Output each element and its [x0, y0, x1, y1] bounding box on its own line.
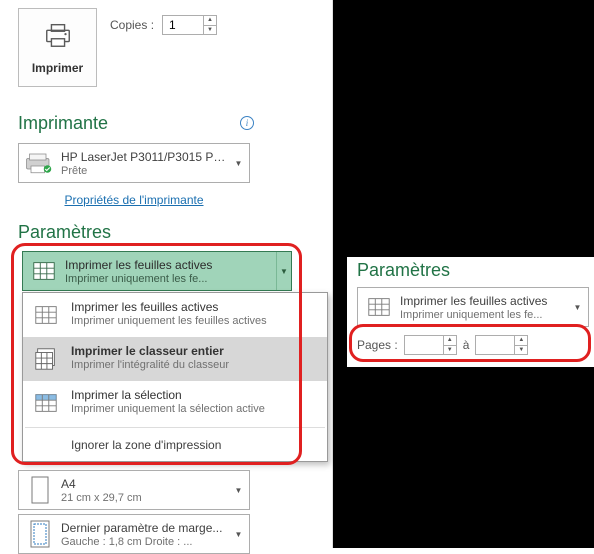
- paper-size-combo[interactable]: A4 21 cm x 29,7 cm ▼: [18, 470, 250, 510]
- menu-item-whole-workbook[interactable]: Imprimer le classeur entier Imprimer l'i…: [23, 337, 327, 381]
- print-what-subtitle-right: Imprimer uniquement les fe...: [400, 309, 570, 321]
- menu-item-title: Imprimer le classeur entier: [71, 344, 229, 358]
- print-what-combo-right[interactable]: Imprimer les feuilles actives Imprimer u…: [357, 287, 589, 327]
- chevron-down-icon[interactable]: ▼: [232, 144, 245, 182]
- info-icon[interactable]: i: [240, 116, 254, 130]
- menu-separator: [25, 427, 325, 428]
- print-backstage-panel: Imprimer Copies : ▲ ▼ Imprimante i HP La…: [0, 0, 333, 548]
- menu-item-selection[interactable]: Imprimer la sélection Imprimer uniquemen…: [23, 381, 327, 425]
- pages-row: Pages : ▲ ▼ à ▲ ▼: [357, 335, 528, 355]
- chevron-down-icon[interactable]: ▼: [276, 252, 291, 290]
- sheets-icon: [29, 258, 59, 284]
- chevron-down-icon[interactable]: ▼: [571, 288, 584, 326]
- spinner-down-icon[interactable]: ▼: [444, 346, 456, 355]
- paper-title: A4: [61, 477, 231, 491]
- spinner-buttons[interactable]: ▲ ▼: [203, 16, 216, 34]
- workbook-icon: [31, 344, 61, 372]
- right-detail-panel: Paramètres Imprimer les feuilles actives…: [347, 257, 594, 367]
- spinner-up-icon[interactable]: ▲: [515, 336, 527, 346]
- printer-name: HP LaserJet P3011/P3015 PCL6: [61, 150, 231, 164]
- copies-label: Copies :: [110, 18, 154, 32]
- chevron-down-icon[interactable]: ▼: [232, 515, 245, 553]
- print-what-combo[interactable]: Imprimer les feuilles actives Imprimer u…: [22, 251, 292, 291]
- page-from-input[interactable]: [405, 336, 443, 354]
- pages-to-label: à: [463, 338, 470, 352]
- spinner-buttons[interactable]: ▲ ▼: [514, 336, 527, 354]
- printer-heading: Imprimante: [18, 113, 108, 134]
- print-button[interactable]: Imprimer: [18, 8, 97, 87]
- printer-status: Prête: [61, 165, 231, 177]
- page-to-spinner[interactable]: ▲ ▼: [475, 335, 528, 355]
- print-what-title: Imprimer les feuilles actives: [65, 258, 273, 272]
- page-to-input[interactable]: [476, 336, 514, 354]
- printer-icon: [43, 20, 73, 53]
- copies-row: Copies : ▲ ▼: [110, 15, 217, 35]
- sheets-active-icon: [31, 300, 61, 328]
- selection-icon: [31, 388, 61, 416]
- page-from-spinner[interactable]: ▲ ▼: [404, 335, 457, 355]
- spinner-down-icon[interactable]: ▼: [515, 346, 527, 355]
- margins-icon: [25, 519, 55, 549]
- printer-device-icon: [25, 151, 55, 175]
- paper-icon: [25, 475, 55, 505]
- menu-ignore-print-area[interactable]: Ignorer la zone d'impression: [23, 430, 327, 461]
- menu-item-title: Imprimer la sélection: [71, 388, 265, 402]
- print-what-title-right: Imprimer les feuilles actives: [400, 294, 570, 308]
- menu-item-subtitle: Imprimer uniquement la sélection active: [71, 403, 265, 415]
- menu-item-title: Imprimer les feuilles actives: [71, 300, 267, 314]
- menu-item-subtitle: Imprimer uniquement les feuilles actives: [71, 315, 267, 327]
- copies-input[interactable]: [163, 16, 203, 34]
- print-button-label: Imprimer: [32, 61, 83, 75]
- print-what-menu: Imprimer les feuilles actives Imprimer u…: [22, 292, 328, 462]
- margins-combo[interactable]: Dernier paramètre de marge... Gauche : 1…: [18, 514, 250, 554]
- margins-title: Dernier paramètre de marge...: [61, 521, 231, 535]
- copies-spinner[interactable]: ▲ ▼: [162, 15, 217, 35]
- menu-item-active-sheets[interactable]: Imprimer les feuilles actives Imprimer u…: [23, 293, 327, 337]
- margins-subtitle: Gauche : 1,8 cm Droite : ...: [61, 536, 231, 548]
- settings-heading: Paramètres: [18, 222, 111, 243]
- menu-item-subtitle: Imprimer l'intégralité du classeur: [71, 359, 229, 371]
- spinner-up-icon[interactable]: ▲: [204, 16, 216, 26]
- spinner-up-icon[interactable]: ▲: [444, 336, 456, 346]
- chevron-down-icon[interactable]: ▼: [232, 471, 245, 509]
- printer-combo[interactable]: HP LaserJet P3011/P3015 PCL6 Prête ▼: [18, 143, 250, 183]
- spinner-down-icon[interactable]: ▼: [204, 26, 216, 35]
- spinner-buttons[interactable]: ▲ ▼: [443, 336, 456, 354]
- paper-subtitle: 21 cm x 29,7 cm: [61, 492, 231, 504]
- settings-heading-right: Paramètres: [357, 260, 450, 281]
- printer-properties-link[interactable]: Propriétés de l'imprimante: [18, 193, 250, 207]
- pages-label: Pages :: [357, 338, 398, 352]
- print-what-subtitle: Imprimer uniquement les fe...: [65, 273, 273, 285]
- sheets-icon: [364, 294, 394, 320]
